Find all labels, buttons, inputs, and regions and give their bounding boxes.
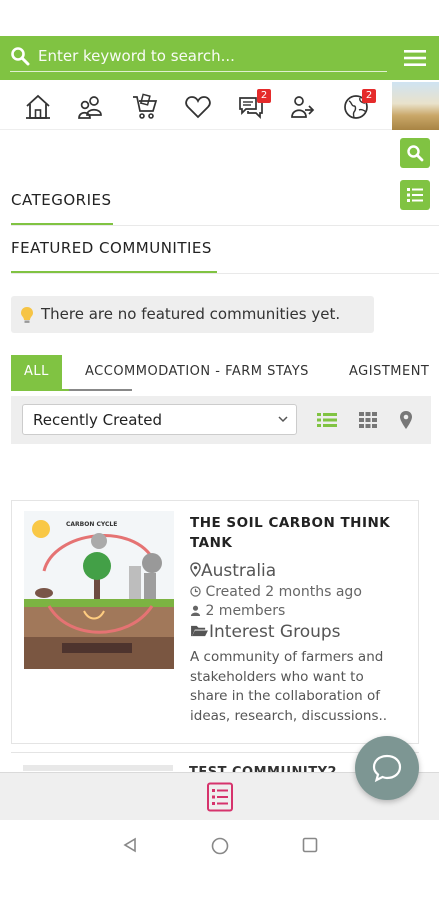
marketplace-icon[interactable]	[131, 93, 159, 121]
user-icon	[190, 605, 201, 616]
clock-icon	[190, 586, 201, 597]
friends-icon[interactable]	[289, 93, 317, 121]
thumbnail-title: CARBON CYCLE	[66, 521, 117, 528]
community-info: THE SOIL CARBON THINK TANK Australia Cre…	[190, 513, 412, 726]
app-screen: Enter keyword to search... 2 2 CATEGORIE…	[0, 0, 439, 900]
back-icon[interactable]	[122, 837, 138, 853]
featured-communities-heading: FEATURED COMMUNITIES	[11, 239, 212, 257]
home-icon[interactable]	[24, 93, 52, 121]
location-text: Australia	[201, 561, 277, 581]
list-view-icon[interactable]	[316, 409, 338, 431]
search-toggle-button[interactable]	[400, 138, 430, 168]
category-text: Interest Groups	[209, 622, 341, 642]
community-category: Interest Groups	[190, 622, 412, 642]
recents-icon[interactable]	[302, 837, 318, 853]
folder-open-icon	[191, 625, 208, 637]
notifications-badge: 2	[362, 89, 376, 103]
search-underline	[10, 71, 387, 72]
messages-button[interactable]: 2	[237, 89, 271, 121]
community-thumbnail	[23, 765, 173, 771]
notice-text: There are no featured communities yet.	[41, 305, 341, 323]
active-tab-underline	[11, 389, 69, 391]
list-icon	[407, 188, 423, 202]
category-filter-tabs: ALL ACCOMMODATION - FARM STAYS AGISTMENT	[11, 355, 439, 391]
community-location: Australia	[190, 561, 412, 581]
chevron-down-icon	[278, 416, 288, 423]
no-featured-notice: There are no featured communities yet.	[11, 296, 374, 333]
categories-toggle-button[interactable]	[400, 180, 430, 210]
sort-selected-value: Recently Created	[33, 411, 163, 429]
created-text: Created 2 months ago	[205, 584, 362, 600]
community-created: Created 2 months ago	[190, 584, 412, 600]
search-icon	[407, 145, 424, 162]
carbon-cycle-thumbnail: CARBON CYCLE	[24, 511, 174, 669]
community-title[interactable]: THE SOIL CARBON THINK TANK	[190, 513, 412, 553]
title-line: THE SOIL CARBON THINK	[190, 515, 391, 531]
description-line: ideas, research, discussions..	[190, 707, 388, 724]
description-line: share in the collaboration of	[190, 688, 381, 704]
lightbulb-icon	[21, 307, 33, 323]
description-line: stakeholders who want to	[190, 668, 364, 685]
tab-all[interactable]: ALL	[11, 355, 62, 389]
messages-badge: 2	[257, 89, 271, 103]
community-description: A community of farmers and stakeholders …	[190, 648, 412, 726]
tab-accommodation-farm-stays[interactable]: ACCOMMODATION - FARM STAYS	[85, 355, 309, 389]
community-members: 2 members	[190, 603, 412, 619]
map-view-icon[interactable]	[395, 409, 417, 431]
sort-toolbar: Recently Created	[11, 396, 431, 444]
description-line: A community of farmers and	[190, 649, 384, 665]
favorites-icon[interactable]	[184, 93, 212, 121]
members-icon[interactable]	[77, 93, 105, 121]
tab-agistment[interactable]: AGISTMENT	[349, 355, 429, 389]
system-navigation-bar	[0, 820, 439, 900]
search-input[interactable]: Enter keyword to search...	[38, 47, 235, 65]
map-marker-icon	[190, 562, 201, 577]
chat-bubble-icon	[372, 754, 402, 783]
section-divider	[11, 273, 439, 274]
sort-select[interactable]: Recently Created	[22, 404, 297, 435]
members-text: 2 members	[205, 603, 286, 619]
home-circle-icon[interactable]	[211, 837, 229, 855]
user-avatar[interactable]	[392, 82, 439, 130]
section-divider	[11, 225, 439, 226]
search-icon	[11, 47, 30, 66]
notifications-button[interactable]: 2	[342, 89, 376, 121]
search-bar: Enter keyword to search...	[0, 36, 439, 80]
title-line: TANK	[190, 535, 233, 551]
carbon-cycle-illustration: CARBON CYCLE	[24, 511, 174, 669]
list-document-icon[interactable]	[206, 782, 234, 812]
chat-button[interactable]	[355, 736, 419, 800]
community-card[interactable]: CARBON CYCLE THE SOIL CARBON THINK TANK	[11, 500, 419, 744]
categories-heading[interactable]: CATEGORIES	[11, 191, 112, 209]
grid-view-icon[interactable]	[357, 409, 379, 431]
hamburger-menu-icon[interactable]	[403, 48, 427, 68]
main-nav: 2 2	[0, 82, 439, 130]
